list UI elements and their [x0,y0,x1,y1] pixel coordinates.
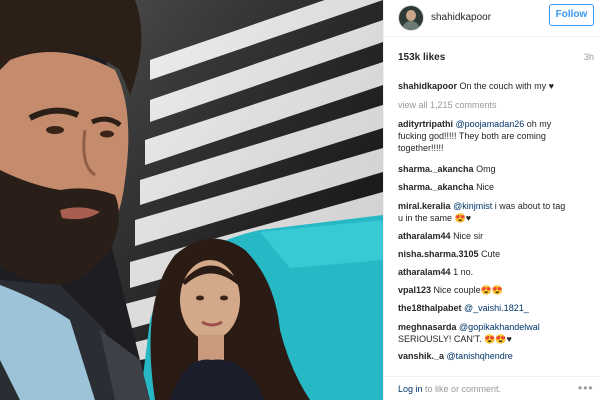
comment-item: the18thalpabet @_vaishi.1821_ [398,303,529,313]
username-link[interactable]: shahidkapoor [431,12,491,23]
post-photo[interactable] [0,0,383,400]
likes-count[interactable]: 153k likes [398,52,445,63]
caption: shahidkapoor On the couch with my ♥ [398,80,596,92]
comment-item: nisha.sharma.3105 Cute [398,249,501,259]
avatar[interactable] [398,5,424,31]
post-header: shahidkapoor Follow [384,0,600,37]
comment-item: atharalam44 1 no. [398,267,474,277]
comment-item: meghnasarda @gopikakhandelwal SERIOUSLY!… [398,322,540,344]
more-options-icon[interactable]: ••• [578,381,594,395]
post-footer: Log in to like or comment. ••• [384,376,600,401]
comment-item: sharma._akancha Omg [398,164,496,174]
heart-icon: ♥ [548,81,554,91]
selfie-image [0,0,383,400]
comment-item: miral.keralia @kinjmist i was about to t… [398,201,566,223]
follow-button[interactable]: Follow [549,4,594,26]
likes-row: 153k likes 3h [398,52,594,66]
login-prompt: Log in to like or comment. [398,384,502,394]
post-age[interactable]: 3h [584,52,594,62]
post-sidebar: shahidkapoor Follow 153k likes 3h shahid… [383,0,600,400]
instagram-post: shahidkapoor Follow 153k likes 3h shahid… [0,0,600,400]
comment-item: vpal123 Nice couple😍😍 [398,285,503,295]
comment-item: adityrtripathi @poojamadan26 oh my fucki… [398,119,552,153]
login-link[interactable]: Log in [398,384,423,394]
comment-item: vanshik._a @tanishqhendre [398,351,513,361]
view-all-comments[interactable]: view all 1,215 comments [398,99,596,111]
caption-text: On the couch with my [459,81,547,91]
comment-item: atharalam44 Nice sir [398,231,484,241]
comment-item: sharma._akancha Nice [398,182,495,192]
caption-user[interactable]: shahidkapoor [398,81,457,91]
